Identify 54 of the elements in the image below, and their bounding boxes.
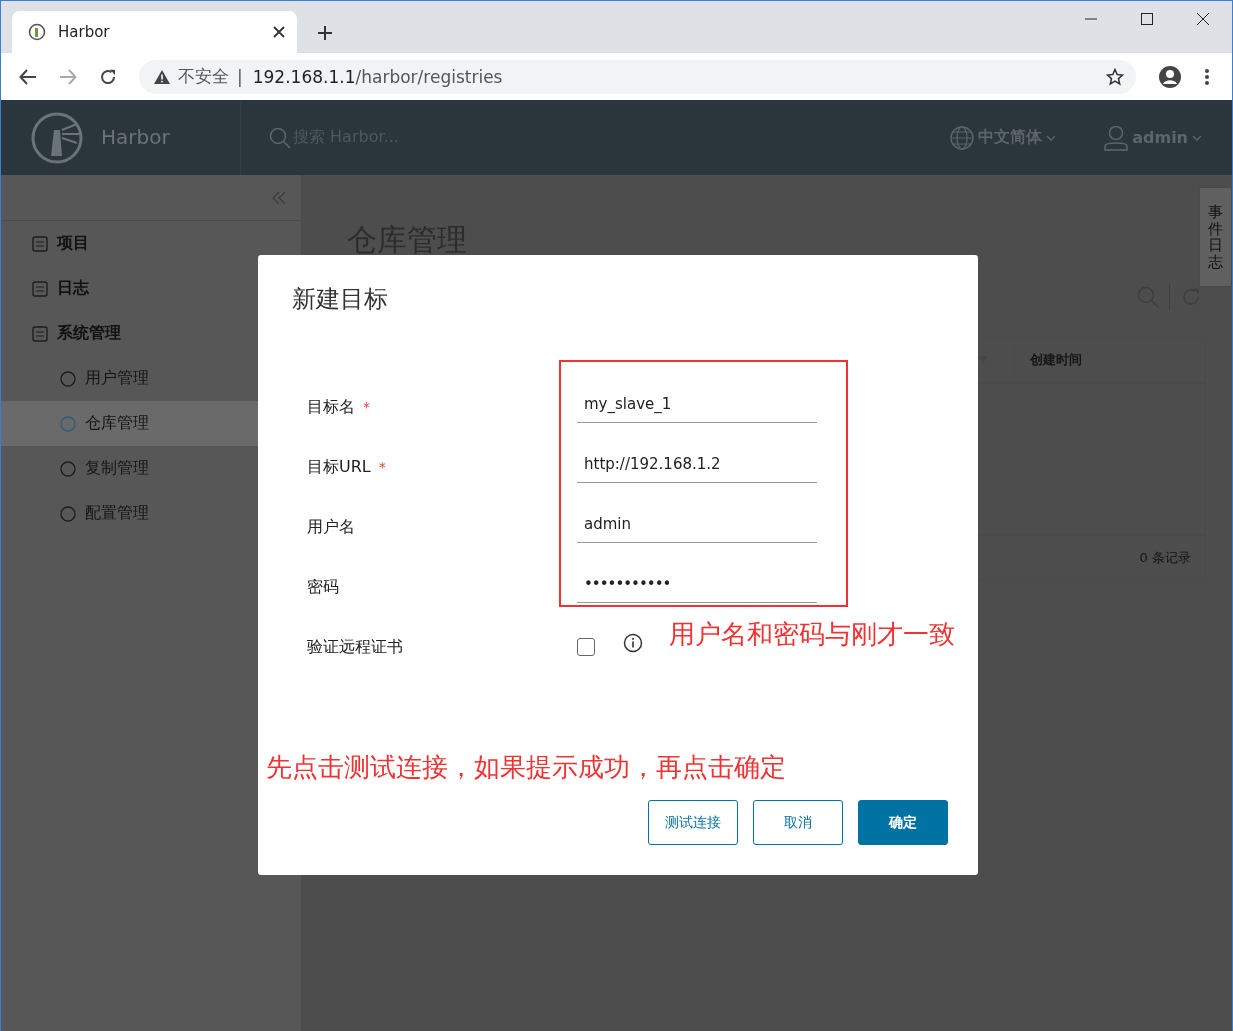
profile-icon[interactable] bbox=[1158, 64, 1182, 89]
annotation-text: 先点击测试连接，如果提示成功，再点击确定 bbox=[266, 751, 786, 784]
lighthouse-icon bbox=[28, 23, 46, 41]
required-mark: * bbox=[378, 458, 386, 475]
plus-icon[interactable] bbox=[317, 25, 333, 41]
search-icon bbox=[269, 126, 291, 149]
field-label: 密码 bbox=[307, 576, 339, 596]
warning-icon bbox=[154, 69, 170, 84]
menu-item-icon bbox=[59, 369, 77, 388]
menu-item-icon bbox=[59, 414, 77, 433]
sidebar-subitem[interactable]: 配置管理 bbox=[1, 491, 301, 536]
menu-item-icon bbox=[31, 324, 49, 343]
browser-tab[interactable]: Harbor bbox=[12, 11, 297, 53]
sidebar-subitem[interactable]: 用户管理 bbox=[1, 356, 301, 401]
field-label: 目标URL bbox=[307, 456, 371, 476]
tab-title: Harbor bbox=[58, 23, 111, 41]
input-field[interactable]: http://192.168.1.2 bbox=[577, 451, 817, 483]
close-icon[interactable] bbox=[273, 26, 285, 38]
dialog-button[interactable]: 取消 bbox=[753, 800, 843, 845]
checkbox[interactable] bbox=[577, 638, 595, 656]
column-header[interactable]: 创建时间 bbox=[1014, 345, 1205, 375]
back-arrow-icon[interactable] bbox=[19, 67, 37, 86]
menu-icon[interactable] bbox=[1204, 67, 1210, 86]
globe-icon bbox=[950, 125, 975, 150]
input-field[interactable]: my_slave_1 bbox=[577, 391, 817, 423]
field-label: 目标名 bbox=[307, 396, 355, 416]
dialog-button[interactable]: 确定 bbox=[858, 800, 948, 845]
sidebar-subitem[interactable]: 复制管理 bbox=[1, 446, 301, 491]
input-field[interactable]: admin bbox=[577, 511, 817, 543]
star-icon[interactable] bbox=[1106, 67, 1124, 86]
menu-item-icon bbox=[31, 234, 49, 253]
menu-item-icon bbox=[31, 279, 49, 298]
annotation-text: 用户名和密码与刚才一致 bbox=[669, 618, 955, 651]
reload-icon[interactable] bbox=[99, 67, 117, 86]
event-log-tab[interactable]: 事件日志 bbox=[1199, 187, 1232, 287]
security-label: 不安全 bbox=[178, 65, 229, 88]
sidebar-item[interactable]: 项目 bbox=[1, 221, 301, 266]
menu-item-icon bbox=[59, 459, 77, 478]
dialog-button[interactable]: 测试连接 bbox=[648, 800, 738, 845]
menu-item-icon bbox=[59, 504, 77, 523]
field-label: 验证远程证书 bbox=[307, 636, 403, 656]
field-label: 用户名 bbox=[307, 516, 355, 536]
separator-text: | bbox=[237, 66, 243, 87]
chevron-down-icon bbox=[1192, 134, 1202, 141]
lighthouse-logo-icon[interactable] bbox=[31, 111, 83, 164]
close-icon[interactable] bbox=[1196, 12, 1210, 26]
user-icon bbox=[1104, 124, 1129, 151]
input-field[interactable]: ••••••••••• bbox=[577, 571, 817, 603]
required-mark: * bbox=[363, 398, 370, 415]
url-text: 192.168.1.1/harbor/registries bbox=[252, 66, 503, 87]
address-bar[interactable]: 不安全 | 192.168.1.1/harbor/registries bbox=[139, 59, 1136, 94]
chevron-down-icon bbox=[1046, 134, 1057, 141]
info-icon[interactable] bbox=[623, 633, 643, 653]
maximize-icon[interactable] bbox=[1140, 12, 1154, 26]
